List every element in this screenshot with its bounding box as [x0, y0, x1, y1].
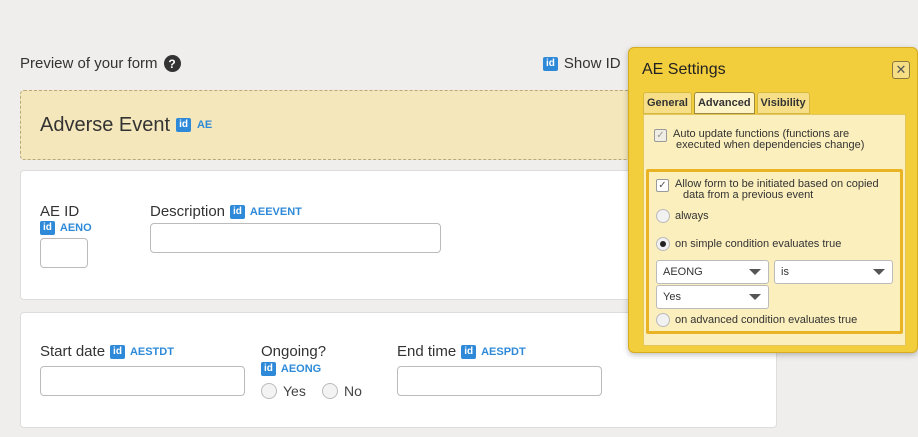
id-badge-icon: id: [543, 56, 558, 71]
form-title-box[interactable]: Adverse Event id AE: [20, 90, 640, 160]
tab-general[interactable]: General: [643, 92, 692, 114]
question-circle-icon[interactable]: ?: [163, 55, 181, 72]
close-icon[interactable]: ✕: [892, 61, 910, 79]
popup-title: AE Settings: [642, 61, 726, 78]
description-label: Description: [150, 203, 226, 220]
advanced-condition-label: on advanced condition evaluates true: [675, 314, 858, 326]
ae-id-label: AE ID: [40, 203, 80, 220]
condition-value-dropdown[interactable]: Yes: [656, 285, 769, 309]
end-time-code: AESPDT: [481, 345, 526, 358]
start-date-input[interactable]: [40, 366, 245, 396]
popup-tabs: General Advanced Visibility: [643, 92, 810, 114]
show-id-label: Show ID: [563, 55, 621, 72]
ae-settings-popup: AE Settings ✕ General Advanced Visibilit…: [628, 47, 918, 353]
form-title: Adverse Event: [40, 113, 171, 136]
start-date-label-group: Start date id AESTDT: [40, 343, 174, 360]
always-option[interactable]: always: [656, 209, 709, 223]
ae-id-input[interactable]: [40, 238, 88, 268]
id-badge-icon: id: [261, 362, 276, 376]
always-radio[interactable]: [656, 209, 670, 223]
chevron-down-icon: [749, 269, 761, 275]
advanced-condition-radio[interactable]: [656, 313, 670, 327]
preview-header: Preview of your form ?: [20, 55, 181, 72]
condition-value-value: Yes: [663, 291, 681, 303]
start-date-label: Start date: [40, 343, 106, 360]
auto-update-label-line2: executed when dependencies change): [676, 139, 865, 151]
chevron-down-icon: [749, 294, 761, 300]
advanced-panel: ✓ Auto update functions (functions are e…: [643, 114, 906, 346]
description-input[interactable]: [150, 223, 441, 253]
ongoing-code: AEONG: [280, 363, 322, 375]
start-date-code: AESTDT: [129, 345, 174, 358]
chevron-down-icon: [873, 269, 885, 275]
ongoing-yes-label: Yes: [283, 383, 306, 399]
ongoing-no-radio[interactable]: [322, 383, 338, 399]
allow-copy-option[interactable]: ✓ Allow form to be initiated based on co…: [656, 179, 879, 201]
condition-field-value: AEONG: [663, 266, 703, 278]
form-section-1[interactable]: AE ID id AENO Description id AEEVENT: [20, 170, 640, 300]
auto-update-checkbox[interactable]: ✓: [654, 129, 667, 142]
simple-condition-option[interactable]: on simple condition evaluates true: [656, 237, 841, 251]
auto-update-option[interactable]: ✓ Auto update functions (functions are e…: [654, 129, 864, 151]
ongoing-code-group: id AEONG: [261, 362, 321, 376]
show-id-toggle[interactable]: id Show ID: [543, 55, 621, 72]
preview-title: Preview of your form: [20, 55, 158, 72]
allow-copy-label-line2: data from a previous event: [683, 189, 814, 201]
end-time-label-group: End time id AESPDT: [397, 343, 526, 360]
tab-advanced[interactable]: Advanced: [693, 92, 755, 114]
id-badge-icon: id: [461, 344, 477, 359]
condition-field-dropdown[interactable]: AEONG: [656, 260, 769, 284]
end-time-input[interactable]: [397, 366, 602, 396]
description-code: AEEVENT: [249, 205, 302, 218]
id-badge-icon: id: [176, 118, 191, 132]
simple-condition-radio[interactable]: [656, 237, 670, 251]
ongoing-yes-option[interactable]: Yes: [261, 383, 306, 399]
condition-operator-value: is: [781, 266, 789, 278]
ongoing-no-option[interactable]: No: [322, 383, 362, 399]
id-badge-icon: id: [40, 221, 55, 235]
ae-id-code-group: id AENO: [40, 221, 92, 235]
allow-copy-checkbox[interactable]: ✓: [656, 179, 669, 192]
tab-visibility[interactable]: Visibility: [756, 92, 810, 114]
ongoing-no-label: No: [344, 383, 362, 399]
always-label: always: [675, 210, 709, 222]
description-label-group: Description id AEEVENT: [150, 203, 302, 220]
end-time-label: End time: [397, 343, 457, 360]
ae-id-code: AENO: [59, 222, 92, 234]
id-badge-icon: id: [230, 204, 245, 219]
copy-settings-box: ✓ Allow form to be initiated based on co…: [646, 169, 903, 334]
id-badge-icon: id: [110, 344, 125, 359]
ongoing-yes-radio[interactable]: [261, 383, 277, 399]
form-code: AE: [196, 119, 213, 131]
simple-condition-label: on simple condition evaluates true: [675, 238, 842, 250]
advanced-condition-option[interactable]: on advanced condition evaluates true: [656, 313, 857, 327]
ae-id-label-group: AE ID: [40, 203, 79, 220]
ongoing-label-group: Ongoing?: [261, 343, 326, 360]
ongoing-label: Ongoing?: [261, 343, 327, 360]
condition-operator-dropdown[interactable]: is: [774, 260, 893, 284]
